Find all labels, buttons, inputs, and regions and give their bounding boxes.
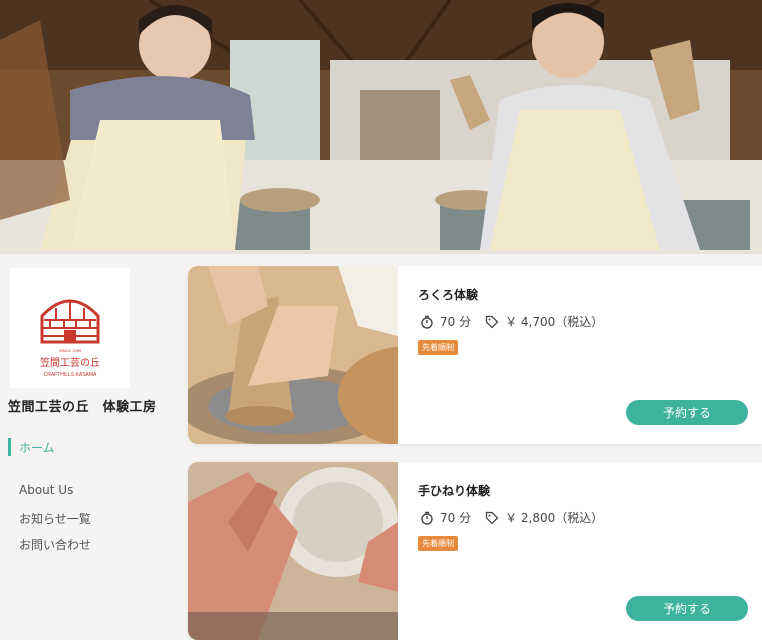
site-logo[interactable]: SINCE 1999 笠間工芸の丘 CRAFTHILLS KASAMA xyxy=(10,268,130,388)
experience-title: ろくろ体験 xyxy=(418,288,479,302)
stopwatch-icon xyxy=(420,315,434,329)
experience-duration: 70 分 xyxy=(440,511,472,525)
site-name: 笠間工芸の丘 体験工房 xyxy=(8,400,157,415)
experience-duration: 70 分 xyxy=(440,315,472,329)
hero-image xyxy=(0,0,762,254)
nav-item-contact[interactable]: お問い合わせ xyxy=(19,536,91,553)
reserve-button[interactable]: 予約する xyxy=(626,400,748,425)
nav-item-about[interactable]: About Us xyxy=(19,483,73,497)
nav-active-indicator xyxy=(8,438,11,456)
experience-card-handbuilding[interactable]: 手ひねり体験 70 分 ￥ 2,800（税込） 先着順制 予約する xyxy=(188,462,762,640)
nav-item-home-label: ホーム xyxy=(19,440,55,455)
tag-icon xyxy=(485,511,499,525)
logo-since: SINCE 1999 xyxy=(59,348,82,353)
sidebar: SINCE 1999 笠間工芸の丘 CRAFTHILLS KASAMA 笠間工芸… xyxy=(0,254,178,600)
experience-meta: 70 分 ￥ 2,800（税込） xyxy=(420,509,603,526)
nav-item-home[interactable]: ホーム xyxy=(8,437,55,457)
tag-icon xyxy=(485,315,499,329)
experience-meta: 70 分 ￥ 4,700（税込） xyxy=(420,313,603,330)
wheel-experience-photo xyxy=(188,266,478,444)
experience-price: ￥ 4,700（税込） xyxy=(505,315,604,329)
nav-item-news[interactable]: お知らせ一覧 xyxy=(19,510,91,527)
experience-card-wheel[interactable]: ろくろ体験 70 分 ￥ 4,700（税込） 先着順制 予約する xyxy=(188,266,762,444)
hero-photo xyxy=(0,0,762,254)
logo-name-en: CRAFTHILLS KASAMA xyxy=(44,372,97,378)
handbuilding-experience-photo xyxy=(188,462,398,640)
logo-name-jp: 笠間工芸の丘 xyxy=(40,356,100,369)
experience-price: ￥ 2,800（税込） xyxy=(505,511,604,525)
kiln-logo-icon: SINCE 1999 笠間工芸の丘 CRAFTHILLS KASAMA xyxy=(40,299,100,378)
experience-title: 手ひねり体験 xyxy=(418,484,491,498)
status-badge: 先着順制 xyxy=(418,340,458,355)
stopwatch-icon xyxy=(420,511,434,525)
status-badge: 先着順制 xyxy=(418,536,458,551)
